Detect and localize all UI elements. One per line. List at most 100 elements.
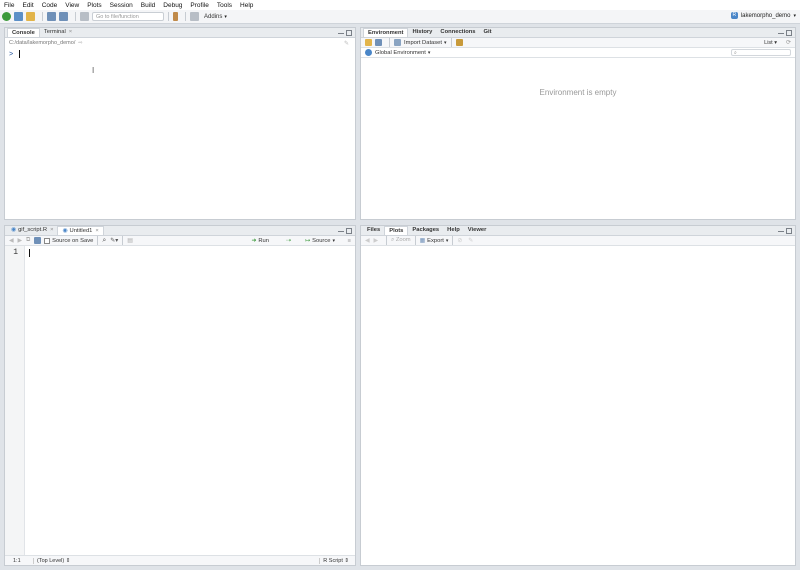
broom-icon[interactable] <box>455 39 463 46</box>
toolbar-divider <box>452 236 454 245</box>
save-icon[interactable] <box>34 237 42 244</box>
rerun-icon[interactable]: ⇢ <box>286 238 291 244</box>
menu-build[interactable]: Build <box>141 2 155 9</box>
tab-gif-script[interactable]: ◉ gif_script.R × <box>7 226 57 235</box>
run-button[interactable]: ➜ Run <box>252 238 270 244</box>
menu-file[interactable]: File <box>4 2 14 9</box>
plot-area <box>361 246 795 565</box>
menu-debug[interactable]: Debug <box>163 2 182 9</box>
zoom-label: Zoom <box>395 237 411 243</box>
tab-files[interactable]: Files <box>363 226 384 235</box>
tab-console[interactable]: Console <box>7 28 40 37</box>
console-path-bar: C:/data/lakemorpho_demo/ ⇨ ✎ <box>5 38 355 48</box>
project-menu[interactable]: R lakemorpho_demo ▾ <box>730 12 796 19</box>
scope-label: (Top Level) <box>37 557 65 564</box>
menu-profile[interactable]: Profile <box>190 2 208 9</box>
save-workspace-icon[interactable] <box>375 39 382 46</box>
run-arrow-icon: ➜ <box>251 237 257 244</box>
chevron-down-icon[interactable]: ▾ <box>428 50 431 56</box>
minimize-icon[interactable] <box>338 228 344 232</box>
files-pane: Files Plots Packages Help Viewer ◀ ▶ ⌕ Z… <box>360 225 796 566</box>
menu-tools[interactable]: Tools <box>217 2 232 9</box>
tab-environment[interactable]: Environment <box>363 28 409 37</box>
tab-viewer-label: Viewer <box>467 227 487 233</box>
pane-window-controls <box>336 228 352 234</box>
chevron-down-icon[interactable]: ▾ <box>444 40 447 46</box>
remove-plot-icon[interactable]: ⊘ <box>457 238 462 244</box>
minimize-icon[interactable] <box>778 30 784 34</box>
go-to-directory-icon[interactable]: ⇨ <box>78 40 82 46</box>
export-button[interactable]: ▦ Export ▾ <box>420 238 449 244</box>
minimize-icon[interactable] <box>778 228 784 232</box>
open-file-icon[interactable] <box>26 12 35 21</box>
version-control-icon[interactable] <box>173 12 178 21</box>
console-output[interactable]: > <box>9 50 351 215</box>
source-on-save-checkbox[interactable] <box>44 237 51 244</box>
tab-untitled1[interactable]: ◉ Untitled1 × <box>57 226 104 235</box>
tab-git[interactable]: Git <box>480 28 496 37</box>
tab-terminal[interactable]: Terminal × <box>40 28 76 37</box>
tab-help[interactable]: Help <box>443 226 464 235</box>
tab-history-label: History <box>412 29 433 35</box>
text-cursor <box>19 50 21 58</box>
search-icon[interactable]: ⌕ <box>102 237 106 245</box>
close-icon[interactable]: × <box>95 228 98 235</box>
maximize-icon[interactable] <box>786 30 792 36</box>
close-icon[interactable]: × <box>69 29 72 36</box>
editor-tabbar: ◉ gif_script.R × ◉ Untitled1 × <box>5 226 355 236</box>
file-type-selector[interactable]: R Script ⇕ <box>319 557 349 564</box>
tab-history[interactable]: History <box>408 28 436 37</box>
workspace-panes-icon[interactable] <box>190 12 199 21</box>
chevron-down-icon[interactable]: ▾ <box>224 14 227 20</box>
minimize-icon[interactable] <box>338 30 344 34</box>
print-icon[interactable] <box>80 12 89 21</box>
menu-plots[interactable]: Plots <box>87 2 101 9</box>
new-file-icon[interactable] <box>2 12 11 21</box>
document-outline-icon[interactable]: ≡ <box>348 238 351 244</box>
list-view-dropdown[interactable]: List ▾ <box>764 40 777 46</box>
compile-report-icon[interactable]: ▤ <box>127 238 132 244</box>
tab-plots[interactable]: Plots <box>384 226 409 235</box>
scope-selector[interactable]: (Top Level) ⇕ <box>33 557 70 564</box>
source-button[interactable]: ↦ Source ▾ <box>305 238 335 244</box>
goto-file-input[interactable]: Go to file/function <box>92 12 164 21</box>
source-editor-pane: ◉ gif_script.R × ◉ Untitled1 × ◀ ▶ ⧉ Sou… <box>4 225 356 566</box>
addins-menu[interactable]: Addins <box>204 14 222 20</box>
maximize-icon[interactable] <box>786 228 792 234</box>
maximize-icon[interactable] <box>346 228 352 234</box>
save-icon[interactable] <box>47 12 56 21</box>
refresh-icon[interactable]: ⟳ <box>786 39 791 46</box>
environment-search-input[interactable]: ⌕ <box>731 49 791 56</box>
menu-help[interactable]: Help <box>240 2 253 9</box>
tab-connections[interactable]: Connections <box>436 28 479 37</box>
new-project-icon[interactable] <box>14 12 23 21</box>
menu-edit[interactable]: Edit <box>22 2 33 9</box>
tab-files-label: Files <box>367 227 381 233</box>
code-tools-icon[interactable]: ✎▾ <box>110 237 118 244</box>
environment-scope-select[interactable]: Global Environment <box>375 50 426 56</box>
forward-arrow-icon[interactable]: ▶ <box>17 238 21 244</box>
line-number-gutter: 1 <box>5 246 25 555</box>
menu-code[interactable]: Code <box>42 2 58 9</box>
tab-viewer[interactable]: Viewer <box>464 226 491 235</box>
zoom-button[interactable]: ⌕ Zoom <box>391 237 411 244</box>
save-all-icon[interactable] <box>59 12 68 21</box>
tab-packages[interactable]: Packages <box>408 226 443 235</box>
editor-toolbar: ◀ ▶ ⧉ Source on Save ⌕ ✎▾ ▤ ➜ Run ⇢ ↦ So… <box>5 236 355 246</box>
show-in-window-icon[interactable]: ⧉ <box>26 237 30 244</box>
menu-session[interactable]: Session <box>110 2 133 9</box>
import-dataset-button[interactable]: Import Dataset <box>404 40 442 46</box>
maximize-icon[interactable] <box>346 30 352 36</box>
toolbar-divider <box>42 12 43 21</box>
menu-view[interactable]: View <box>65 2 79 9</box>
import-dataset-icon[interactable] <box>394 39 401 46</box>
tab-plots-label: Plots <box>389 227 404 234</box>
code-editor[interactable] <box>27 246 355 555</box>
open-workspace-icon[interactable] <box>365 39 372 46</box>
broom-icon[interactable]: ✎ <box>468 238 473 244</box>
clear-console-icon[interactable]: ✎ <box>344 40 349 47</box>
next-plot-icon[interactable]: ▶ <box>373 238 377 244</box>
close-icon[interactable]: × <box>50 227 53 234</box>
previous-plot-icon[interactable]: ◀ <box>365 238 369 244</box>
back-arrow-icon[interactable]: ◀ <box>9 238 13 244</box>
